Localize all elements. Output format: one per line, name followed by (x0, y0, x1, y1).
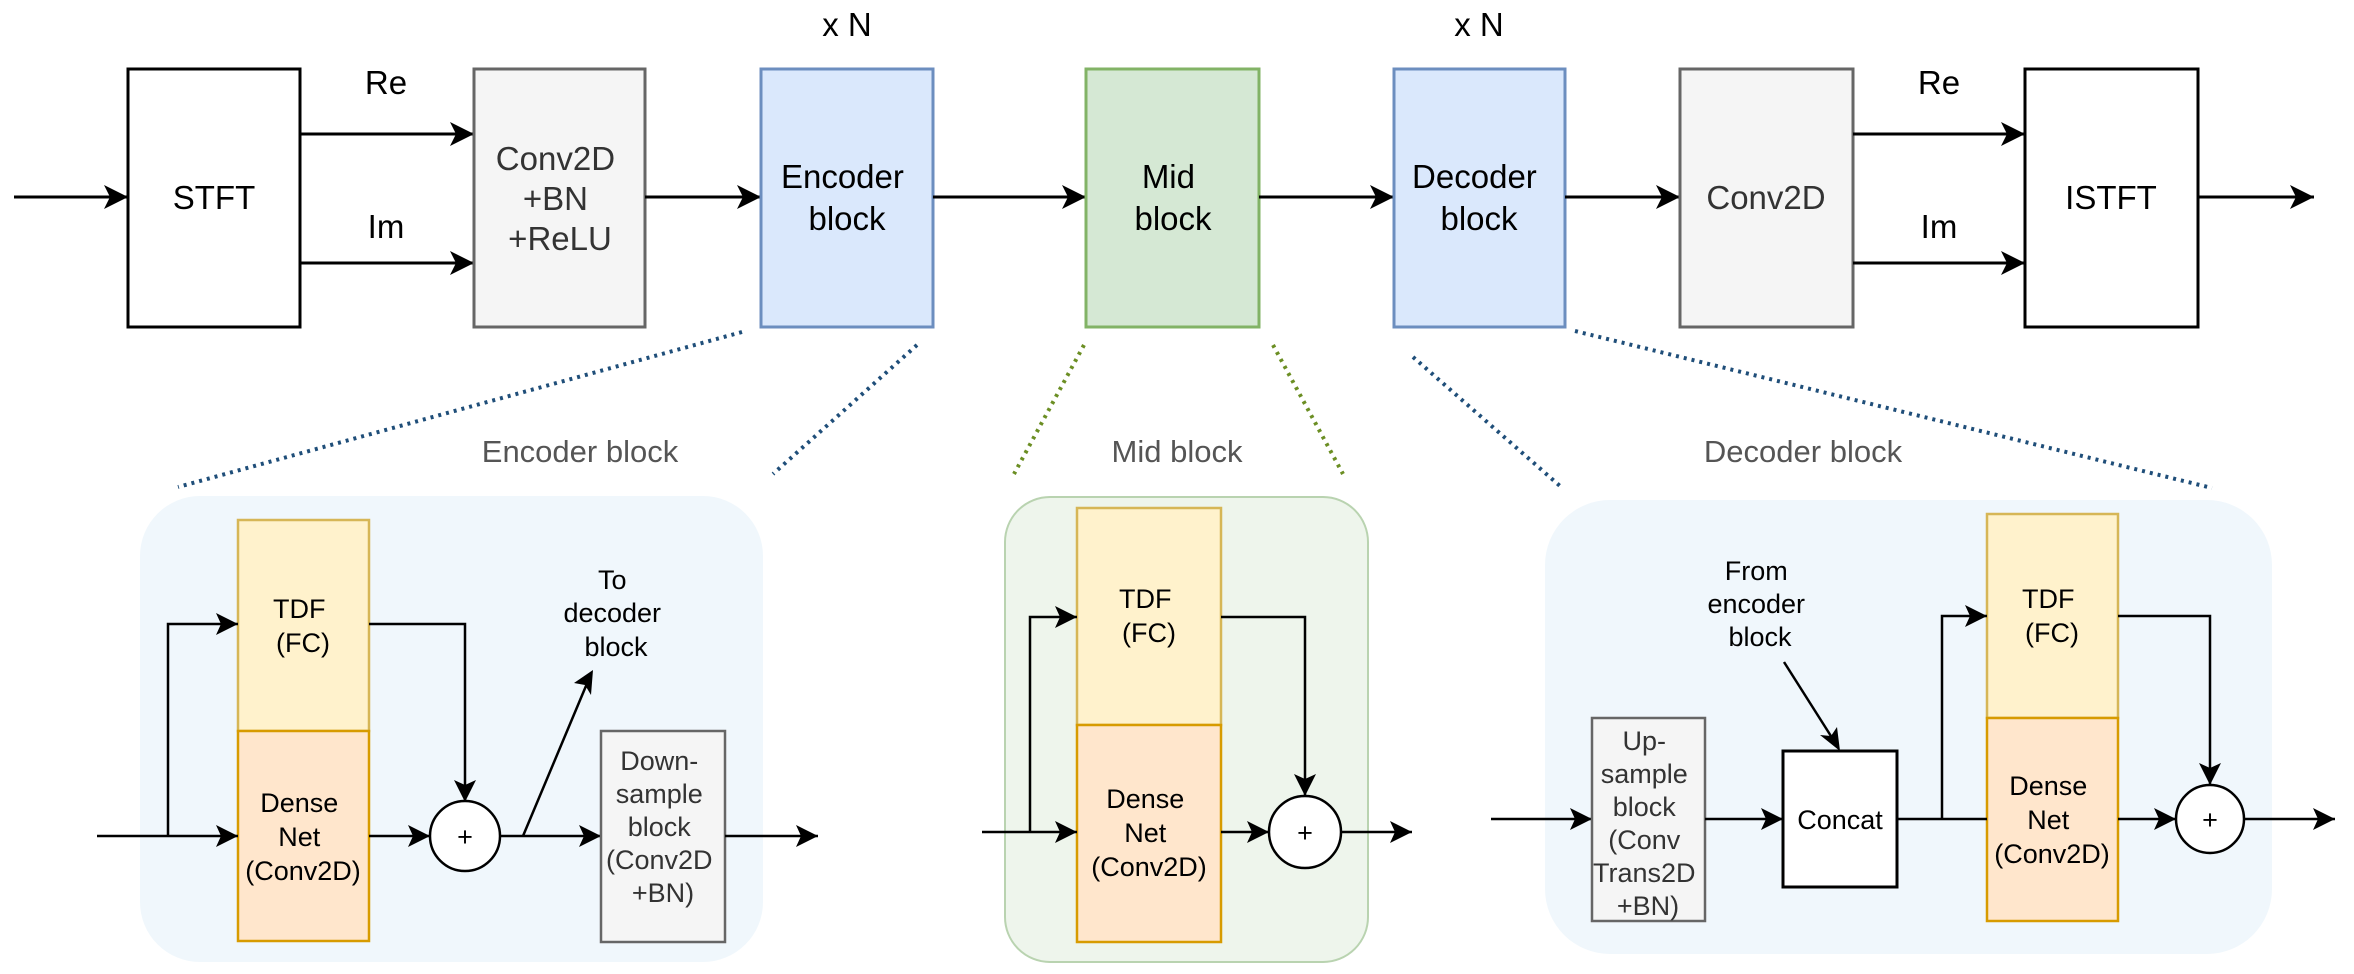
concat-label: Concat (1797, 805, 1883, 835)
mid-sum-symbol: + (1297, 818, 1313, 848)
mid-tdf-box (1075, 506, 1223, 727)
encoder-block-box (759, 67, 935, 329)
encoder-tdf-box (236, 518, 371, 733)
im-label-1: Im (368, 208, 405, 245)
tfc-tdf-unet-diagram: STFT Re Im Conv2D +BN +ReLU x N Encoder … (14, 6, 2335, 963)
encoder-repeat-label: x N (822, 6, 872, 43)
decoder-detail-title: Decoder block (1704, 434, 1903, 469)
encoder-detail: Encoder block TDF (FC) Dense Net (Conv2D… (97, 434, 818, 962)
im-label-2: Im (1921, 208, 1958, 245)
stft-label: STFT (173, 179, 255, 216)
mid-callout-left (1012, 344, 1086, 475)
mid-detail: Mid block TDF (FC) Dense Net (Conv2D) + (982, 434, 1412, 963)
re-label-2: Re (1918, 64, 1960, 101)
mid-detail-title: Mid block (1112, 434, 1243, 469)
decoder-repeat-label: x N (1454, 6, 1504, 43)
decoder-sum-symbol: + (2202, 805, 2218, 835)
istft-label: ISTFT (2065, 179, 2157, 216)
decoder-detail: Decoder block Up- sample block (Conv Tra… (1491, 434, 2335, 954)
decoder-tdf-box (1985, 512, 2120, 720)
conv-out-label: Conv2D (1706, 179, 1825, 216)
decoder-callout-left (1411, 355, 1562, 488)
encoder-callout-right (771, 343, 919, 476)
mid-callout-right (1271, 344, 1345, 475)
re-label-1: Re (365, 64, 407, 101)
top-pipeline: STFT Re Im Conv2D +BN +ReLU x N Encoder … (14, 6, 2314, 329)
mid-block-box (1084, 67, 1261, 329)
encoder-sum-symbol: + (457, 822, 473, 852)
decoder-block-box (1392, 67, 1567, 329)
encoder-detail-title: Encoder block (482, 434, 679, 469)
